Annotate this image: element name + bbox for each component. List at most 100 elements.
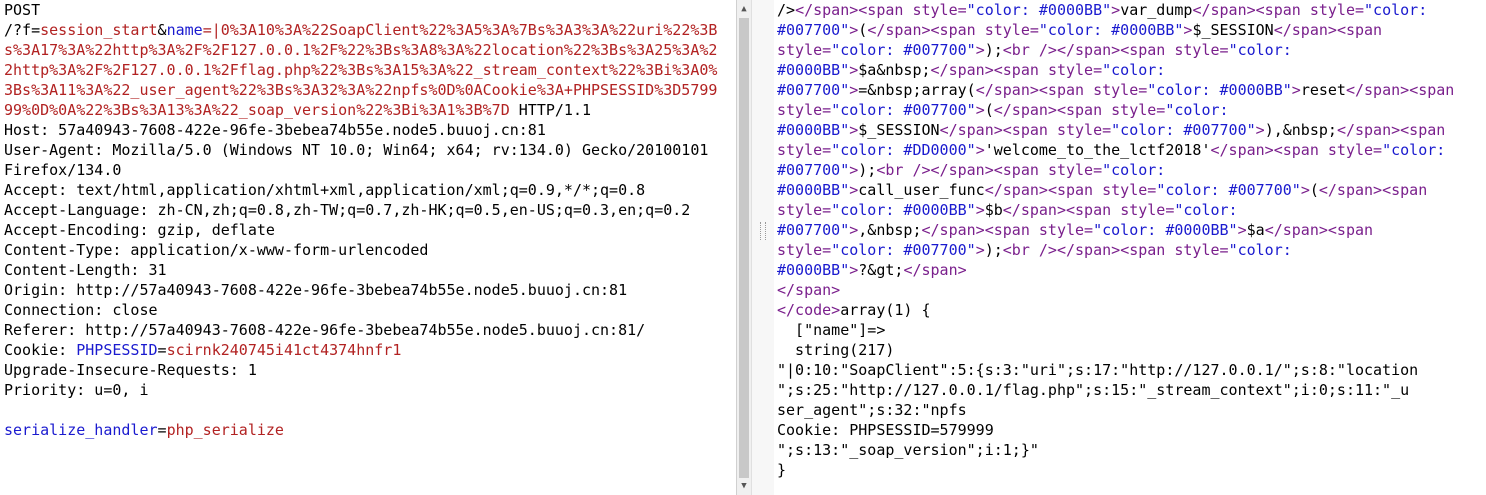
response-line-segment: </span> [1264, 221, 1328, 239]
response-line-segment: <span [1002, 121, 1057, 139]
request-line-segment: User-Agent: Mozilla/5.0 (Windows NT 10.0… [4, 141, 709, 159]
response-line-segment: <span [1047, 181, 1103, 199]
request-line: Accept-Encoding: gzip, deflate [0, 220, 736, 240]
response-line-segment: call_user_func [858, 181, 985, 199]
response-line: #0000BB">?&gt;</span> [774, 260, 1486, 280]
response-line-segment: style= [1120, 201, 1175, 219]
request-scroll-thumb[interactable] [739, 18, 749, 478]
response-line-segment: ( [1309, 181, 1319, 199]
request-line: Accept: text/html,application/xhtml+xml,… [0, 180, 736, 200]
response-line-segment: #0000BB" [777, 181, 850, 199]
response-line-segment: > [849, 21, 859, 39]
response-line-segment: "color: [1102, 161, 1166, 179]
response-line-segment: > [849, 61, 859, 79]
response-line: #007700">,&nbsp;</span><span style="colo… [774, 220, 1486, 240]
response-line-segment: "color: #0000BB" [1038, 21, 1184, 39]
response-line-segment: ?&gt; [858, 261, 904, 279]
response-line-segment: array(1) { [840, 301, 931, 319]
response-line-segment: </span> [921, 221, 985, 239]
response-line-segment: string(217) [777, 341, 895, 359]
request-line: POST [0, 0, 736, 20]
response-line-segment: </span> [939, 121, 1003, 139]
response-line: /></span><span style="color: #0000BB">va… [774, 0, 1486, 20]
response-line-segment: "color: #007700" [831, 241, 976, 259]
request-line-segment: Accept: text/html,application/xhtml+xml,… [4, 181, 646, 199]
request-line: s%3A17%3A%22http%3A%2F%2F127.0.0.1%2F%22… [0, 40, 736, 60]
response-line-segment: "color: [1228, 241, 1292, 259]
request-line: Upgrade-Insecure-Requests: 1 [0, 360, 736, 380]
response-line-segment: $_SESSION [858, 121, 940, 139]
response-line-segment: <span [1120, 41, 1175, 59]
splitter-grip-icon[interactable] [760, 222, 766, 240]
response-line-segment: ),&nbsp; [1264, 121, 1337, 139]
response-line: ";s:13:"_soap_version";i:1;}" [774, 440, 1486, 460]
request-scrollbar[interactable]: ▲ ▼ [736, 0, 751, 495]
response-line: </span> [774, 280, 1486, 300]
response-line-segment: </span> [1056, 241, 1121, 259]
response-line-segment: </span> [930, 161, 994, 179]
response-line-segment: "color: #0000BB" [1147, 81, 1292, 99]
response-line: } [774, 460, 1486, 480]
response-viewer[interactable]: /></span><span style="color: #0000BB">va… [774, 0, 1486, 495]
response-line-segment: #0000BB" [777, 61, 850, 79]
response-line-segment: > [849, 121, 859, 139]
response-line-segment: </span> [1318, 181, 1383, 199]
response-line-segment: <br /> [1002, 41, 1057, 59]
request-line-segment: HTTP/1.1 [509, 101, 592, 119]
response-line-segment: #0000BB" [777, 261, 850, 279]
response-line: #0000BB">$_SESSION</span><span style="co… [774, 120, 1486, 140]
scroll-down-icon[interactable]: ▼ [737, 479, 751, 493]
response-line-segment: > [1237, 221, 1247, 239]
response-line-segment: <span [1255, 1, 1310, 19]
response-line: #007700">=&nbsp;array(</span><span style… [774, 80, 1486, 100]
request-line-segment: scirnk240745i41ct4374hnfr1 [166, 341, 402, 359]
request-line: 99%0D%0A%22%3Bs%3A13%3A%22_soap_version%… [0, 100, 736, 120]
request-line-segment: 3Bs%3A11%3A%22_user_agent%22%3Bs%3A32%3A… [4, 81, 718, 99]
response-line-segment: <br /> [876, 161, 931, 179]
response-line-segment: style= [1102, 181, 1157, 199]
response-line-segment: "|0:10:"SoapClient":5:{s:3:"uri";s:17:"h… [777, 361, 1419, 379]
response-line-segment: ,&nbsp; [858, 221, 922, 239]
request-line-segment: Upgrade-Insecure-Requests: 1 [4, 361, 257, 379]
response-line-segment: ( [984, 101, 994, 119]
response-line-segment: style= [1047, 61, 1103, 79]
response-line-segment: </span> [1192, 1, 1256, 19]
response-line-segment: <span [858, 1, 913, 19]
response-line-segment: <span [1336, 21, 1383, 39]
request-line-segment: Origin: http://57a40943-7608-422e-96fe-3… [4, 281, 628, 299]
response-line-segment: <span [1120, 241, 1175, 259]
response-line-segment: </span> [984, 181, 1048, 199]
response-line-segment: > [1111, 1, 1121, 19]
response-line-segment: > [975, 201, 985, 219]
request-line-segment: session_start [40, 21, 158, 39]
response-line-segment: Cookie: PHPSESSID=579999 [777, 421, 994, 439]
response-line-segment: > [1291, 81, 1301, 99]
request-line: Referer: http://57a40943-7608-422e-96fe-… [0, 320, 736, 340]
response-line-segment: > [975, 241, 985, 259]
response-line-segment: #007700" [777, 161, 850, 179]
response-line-segment: style= [912, 1, 967, 19]
request-line-segment: s%3A17%3A%22http%3A%2F%2F127.0.0.1%2F%22… [4, 41, 718, 59]
request-editor[interactable]: POST/?f=session_start&name=|0%3A10%3A%22… [0, 0, 736, 495]
response-line-segment: > [849, 221, 859, 239]
response-line-segment: "color: #007700" [1111, 121, 1256, 139]
request-line: Accept-Language: zh-CN,zh;q=0.8,zh-TW;q=… [0, 200, 736, 220]
request-line-segment: Priority: u=0, i [4, 381, 149, 399]
request-line: 3Bs%3A11%3A%22_user_agent%22%3Bs%3A32%3A… [0, 80, 736, 100]
scroll-up-icon[interactable]: ▲ [737, 2, 751, 16]
response-line-segment: /> [777, 1, 796, 19]
response-line-segment: <span [1056, 101, 1112, 119]
response-line-segment: </span> [1336, 121, 1401, 139]
request-line: Cookie: PHPSESSID=scirnk240745i41ct4374h… [0, 340, 736, 360]
request-line: Content-Length: 31 [0, 260, 736, 280]
pane-divider[interactable] [751, 0, 775, 495]
response-line: style="color: #DD0000">'welcome_to_the_l… [774, 140, 1486, 160]
request-line-segment: = [157, 341, 167, 359]
request-line-segment: 0%3A10%3A%22SoapClient%22%3A5%3A%7Bs%3A3… [220, 21, 718, 39]
response-line-segment: </span> [1345, 81, 1410, 99]
response-line-segment: "color: #DD0000" [831, 141, 976, 159]
response-line: #0000BB">$a&nbsp;</span><span style="col… [774, 60, 1486, 80]
request-line-segment: Cookie: [4, 341, 77, 359]
response-line-segment: </span> [1273, 21, 1337, 39]
response-line-segment: style= [1093, 81, 1148, 99]
